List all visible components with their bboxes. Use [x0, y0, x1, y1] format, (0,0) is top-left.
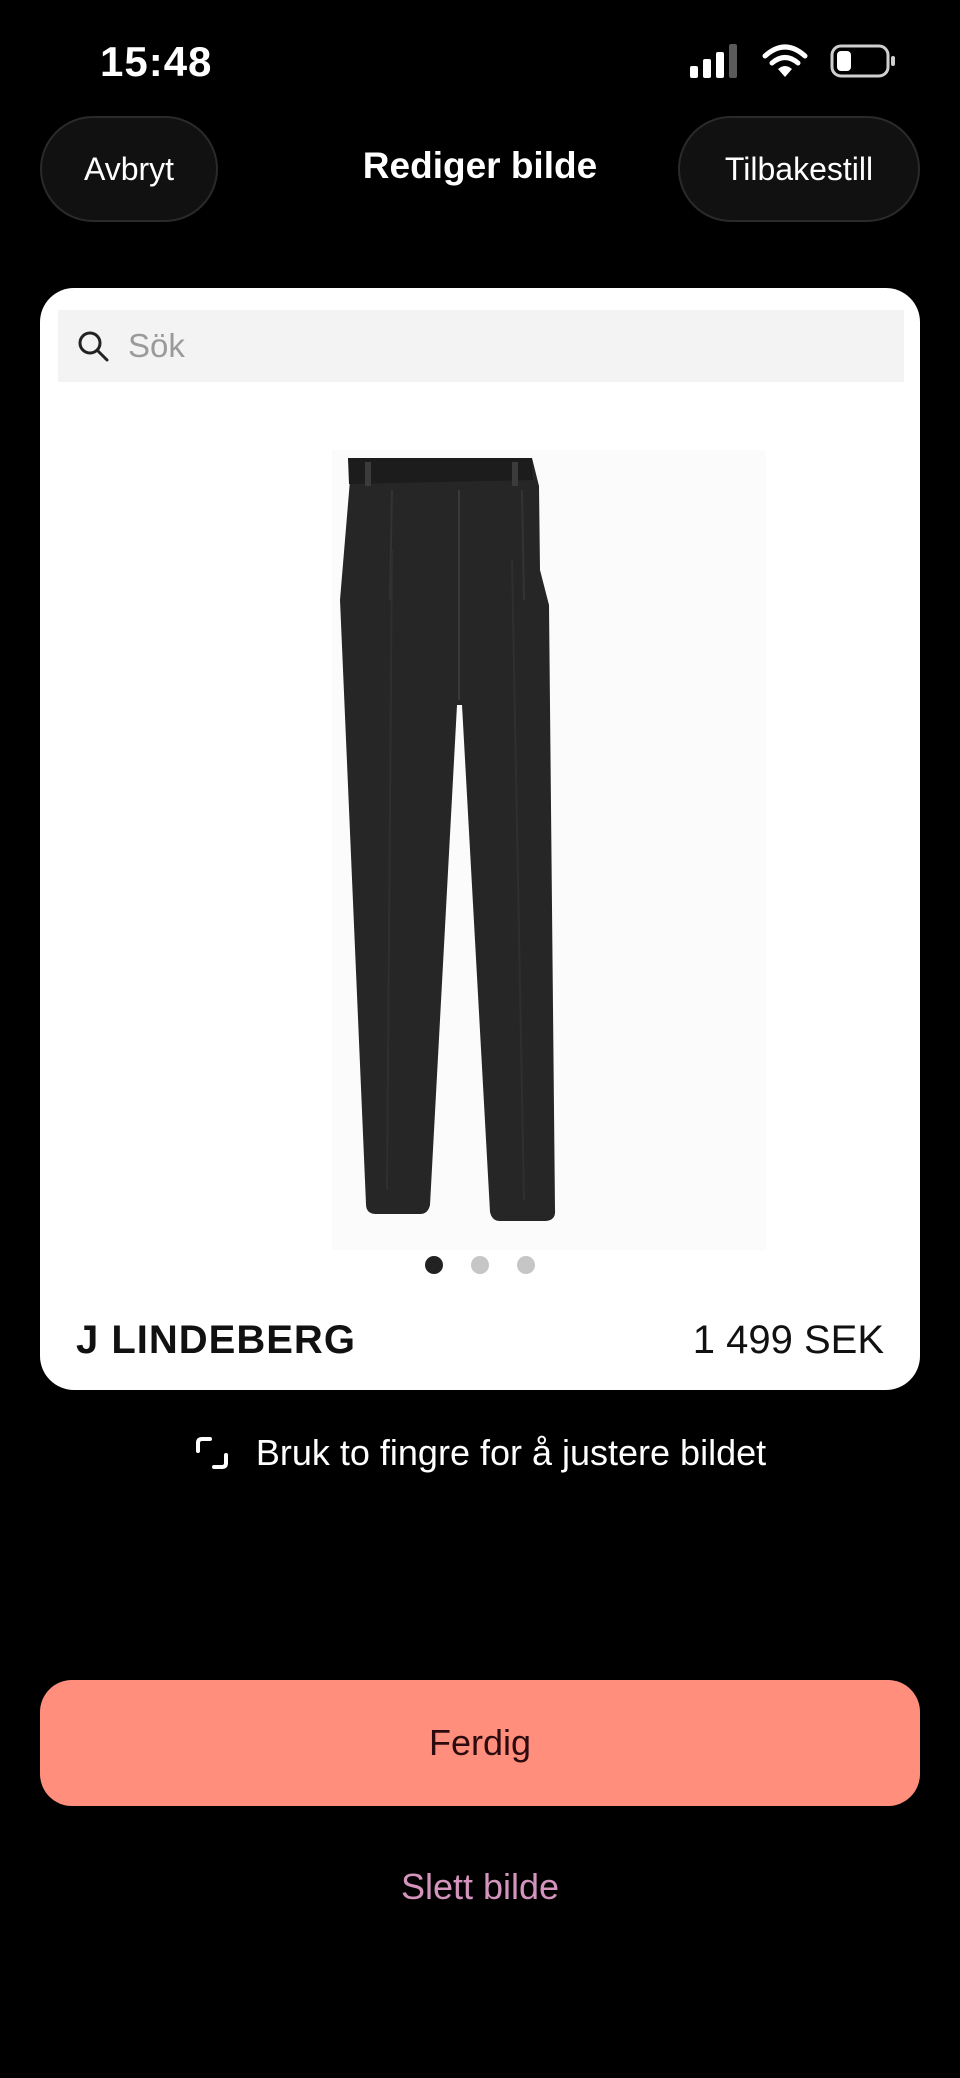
search-placeholder: Sök: [128, 327, 185, 364]
product-price: 1 499 SEK: [692, 1318, 884, 1362]
brand-name: J LINDEBERG: [76, 1318, 356, 1362]
page-dot-2[interactable]: [471, 1256, 489, 1274]
search-bar[interactable]: Sök: [58, 310, 904, 382]
reset-button[interactable]: Tilbakestill: [678, 116, 920, 222]
adjust-hint: Bruk to fingre for å justere bildet: [0, 1432, 960, 1474]
search-icon: [78, 331, 109, 362]
cellular-signal-icon: [690, 44, 737, 78]
product-image-trousers[interactable]: [332, 450, 766, 1250]
delete-image-link[interactable]: Slett bilde: [0, 1866, 960, 1908]
page-dot-3[interactable]: [517, 1256, 535, 1274]
status-icons: [690, 44, 896, 78]
status-bar: 15:48: [0, 0, 960, 110]
battery-icon: [830, 44, 895, 78]
status-time: 15:48: [100, 38, 213, 85]
done-button[interactable]: Ferdig: [40, 1680, 920, 1806]
page-dot-1[interactable]: [425, 1256, 443, 1274]
image-page-indicator[interactable]: [40, 1256, 920, 1274]
product-card[interactable]: Sök J LINDEBERG 1 499 SEK: [40, 288, 920, 1390]
adjust-hint-text: Bruk to fingre for å justere bildet: [255, 1432, 767, 1473]
crop-icon: [195, 1437, 228, 1469]
wifi-icon: [762, 44, 808, 77]
